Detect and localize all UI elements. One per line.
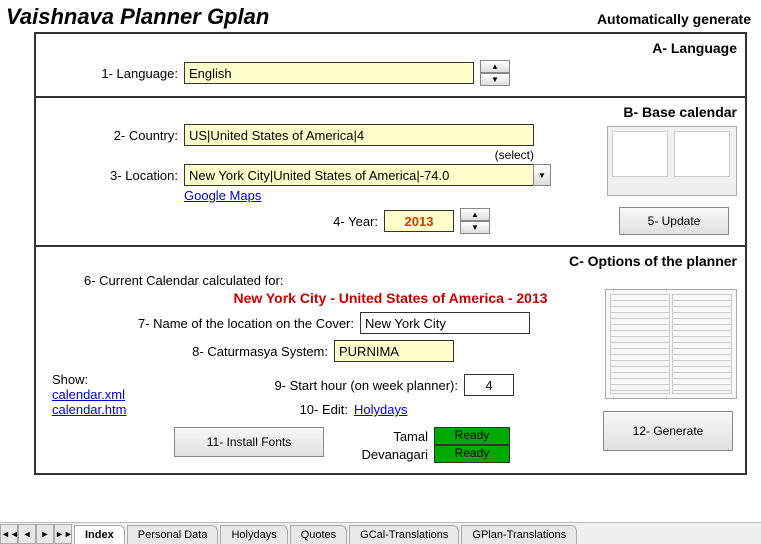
country-label: 2- Country:	[44, 128, 184, 143]
tab-nav-first[interactable]: ◄◄	[0, 524, 18, 544]
install-fonts-button[interactable]: 11- Install Fonts	[174, 427, 324, 457]
language-spinner-up[interactable]: ▲	[480, 60, 510, 73]
tab-holydays[interactable]: Holydays	[220, 525, 287, 544]
update-button[interactable]: 5- Update	[619, 207, 729, 235]
year-spinner-down[interactable]: ▼	[460, 221, 490, 234]
tab-personal-data[interactable]: Personal Data	[127, 525, 219, 544]
section-b-title: B- Base calendar	[44, 104, 737, 120]
edit-label: 10- Edit:	[154, 402, 354, 417]
page-title: Vaishnava Planner Gplan	[6, 4, 269, 30]
tab-nav-prev[interactable]: ◄	[18, 524, 36, 544]
year-input[interactable]	[384, 210, 454, 232]
year-label: 4- Year:	[44, 214, 384, 229]
start-input[interactable]	[464, 374, 514, 396]
tab-gcal-translations[interactable]: GCal-Translations	[349, 525, 459, 544]
tab-nav-next[interactable]: ►	[36, 524, 54, 544]
dev-status: Ready	[434, 445, 510, 463]
select-hint: (select)	[44, 148, 534, 162]
location-dropdown-button[interactable]: ▼	[533, 164, 551, 186]
show-link-htm[interactable]: calendar.htm	[52, 402, 154, 417]
section-a-title: A- Language	[44, 40, 737, 56]
section-c-title: C- Options of the planner	[44, 253, 737, 269]
tamal-status: Ready	[434, 427, 510, 445]
calc-value: New York City - United States of America…	[233, 290, 547, 306]
catur-input[interactable]	[334, 340, 454, 362]
edit-link[interactable]: Holydays	[354, 402, 407, 417]
show-label: Show:	[52, 372, 154, 387]
catur-label: 8- Caturmasya System:	[44, 344, 334, 359]
page-subtitle: Automatically generate	[597, 11, 751, 27]
calc-label: 6- Current Calendar calculated for:	[44, 273, 334, 288]
tab-index[interactable]: Index	[74, 525, 125, 544]
location-input[interactable]	[184, 164, 534, 186]
tab-quotes[interactable]: Quotes	[290, 525, 347, 544]
show-link-xml[interactable]: calendar.xml	[52, 387, 154, 402]
dev-label: Devanagari	[354, 447, 434, 462]
language-spinner-down[interactable]: ▼	[480, 73, 510, 86]
generate-button[interactable]: 12- Generate	[603, 411, 733, 451]
start-label: 9- Start hour (on week planner):	[154, 378, 464, 393]
tamal-label: Tamal	[354, 429, 434, 444]
language-input[interactable]	[184, 62, 474, 84]
tab-nav-last[interactable]: ►►	[54, 524, 72, 544]
location-label: 3- Location:	[44, 168, 184, 183]
google-maps-link[interactable]: Google Maps	[184, 188, 261, 203]
cover-input[interactable]	[360, 312, 530, 334]
year-spinner-up[interactable]: ▲	[460, 208, 490, 221]
cover-label: 7- Name of the location on the Cover:	[44, 316, 360, 331]
language-label: 1- Language:	[44, 66, 184, 81]
planner-thumbnail	[605, 289, 737, 399]
tab-gplan-translations[interactable]: GPlan-Translations	[461, 525, 577, 544]
preview-thumbnail	[607, 126, 737, 196]
country-input[interactable]	[184, 124, 534, 146]
